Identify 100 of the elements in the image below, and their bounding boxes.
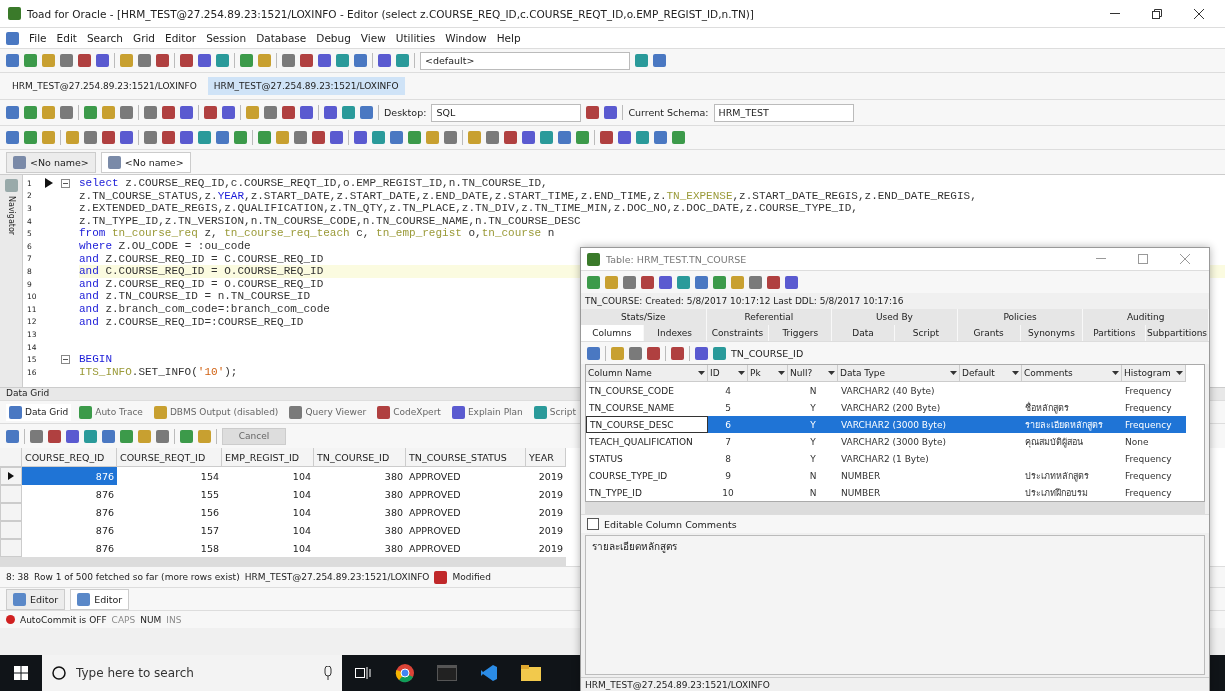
tool-icon[interactable] xyxy=(48,429,61,443)
tool-icon[interactable] xyxy=(216,131,229,144)
tool-icon[interactable] xyxy=(378,54,391,67)
microphone-icon[interactable] xyxy=(324,666,332,680)
navigator-icon[interactable] xyxy=(4,179,18,192)
tool-icon[interactable] xyxy=(604,106,618,119)
tool-icon[interactable] xyxy=(6,429,19,443)
tool-icon[interactable] xyxy=(6,106,19,119)
dropdown-icon[interactable] xyxy=(778,371,785,375)
tool-icon[interactable] xyxy=(138,54,151,67)
collapse-icon[interactable] xyxy=(61,355,70,365)
tool-icon[interactable] xyxy=(586,106,600,119)
tab[interactable]: Policies xyxy=(957,309,1084,325)
code-editor-icon[interactable] xyxy=(480,664,498,682)
tool-icon[interactable] xyxy=(444,131,457,144)
menu-item[interactable]: Help xyxy=(496,32,521,44)
tool-icon[interactable] xyxy=(300,54,313,67)
collapse-icon[interactable] xyxy=(61,178,70,188)
menu-item[interactable]: View xyxy=(360,32,386,44)
tool-icon[interactable] xyxy=(767,275,780,289)
tool-icon[interactable] xyxy=(180,429,193,443)
tool-icon[interactable] xyxy=(282,106,295,119)
menu-item[interactable]: Editor xyxy=(165,32,197,44)
tool-icon[interactable] xyxy=(486,131,499,144)
tool-icon[interactable] xyxy=(96,54,109,67)
terminal-icon[interactable] xyxy=(437,665,457,681)
tool-icon[interactable] xyxy=(354,54,367,67)
tool-icon[interactable] xyxy=(659,275,672,289)
schema-field[interactable]: HRM_TEST xyxy=(713,103,854,122)
dropdown-icon[interactable] xyxy=(1112,371,1119,375)
dropdown-icon[interactable] xyxy=(698,371,705,375)
column-header[interactable]: Null? xyxy=(788,365,838,382)
document-tab[interactable]: <No name> xyxy=(100,151,191,173)
tool-icon[interactable] xyxy=(84,131,97,144)
restore-icon[interactable] xyxy=(1152,8,1162,19)
cancel-button[interactable]: Cancel xyxy=(222,427,286,445)
tool-icon[interactable] xyxy=(198,54,211,67)
comment-field[interactable]: รายละเอียดหลักสูตร xyxy=(585,535,1205,675)
tab[interactable]: Constraints xyxy=(706,325,770,341)
dropdown-icon[interactable] xyxy=(950,371,957,375)
desktop-field[interactable]: SQL xyxy=(431,103,582,122)
result-tab[interactable]: Data Grid xyxy=(6,403,72,421)
tool-icon[interactable] xyxy=(785,275,798,289)
column-header[interactable]: EMP_REGIST_ID xyxy=(222,448,314,467)
task-view-icon[interactable] xyxy=(355,666,371,680)
menu-item[interactable]: Session xyxy=(206,32,247,44)
tool-icon[interactable] xyxy=(504,131,517,144)
column-header[interactable]: YEAR xyxy=(526,448,566,467)
result-tab[interactable]: Auto Trace xyxy=(76,403,146,421)
window-tab[interactable]: Editor xyxy=(6,588,66,610)
scrollbar[interactable] xyxy=(585,502,1205,514)
tool-icon[interactable] xyxy=(558,131,571,144)
tool-icon[interactable] xyxy=(390,131,403,144)
tool-icon[interactable] xyxy=(654,131,667,144)
tool-icon[interactable] xyxy=(641,275,654,289)
tool-icon[interactable] xyxy=(618,131,631,144)
column-header[interactable]: Data Type xyxy=(838,365,960,382)
tool-icon[interactable] xyxy=(605,275,618,289)
tool-icon[interactable] xyxy=(144,131,157,144)
tool-icon[interactable] xyxy=(360,106,373,119)
dropdown-icon[interactable] xyxy=(828,371,835,375)
tab[interactable]: Script xyxy=(895,325,958,341)
tool-icon[interactable] xyxy=(600,131,613,144)
tool-icon[interactable] xyxy=(587,346,600,360)
result-tab[interactable]: Query Viewer xyxy=(286,403,370,421)
tab[interactable]: Synonyms xyxy=(1020,325,1084,341)
menu-item[interactable]: Search xyxy=(86,32,123,44)
tool-icon[interactable] xyxy=(222,106,235,119)
tab[interactable]: Subpartitions xyxy=(1146,325,1209,341)
tool-icon[interactable] xyxy=(713,346,726,360)
tool-icon[interactable] xyxy=(30,429,43,443)
tool-icon[interactable] xyxy=(318,54,331,67)
checkbox[interactable] xyxy=(587,518,599,530)
tab[interactable]: Grants xyxy=(957,325,1021,341)
tool-icon[interactable] xyxy=(264,106,277,119)
tool-icon[interactable] xyxy=(60,54,73,67)
tool-icon[interactable] xyxy=(354,131,367,144)
tool-icon[interactable] xyxy=(653,54,666,67)
tool-icon[interactable] xyxy=(120,131,133,144)
dropdown-icon[interactable] xyxy=(738,371,745,375)
tool-icon[interactable] xyxy=(60,106,73,119)
tool-icon[interactable] xyxy=(324,106,337,119)
row-header[interactable] xyxy=(0,467,22,485)
document-tab[interactable]: <No name> xyxy=(6,151,96,173)
tab[interactable]: Auditing xyxy=(1083,309,1209,325)
tab[interactable]: Used By xyxy=(832,309,958,325)
tool-icon[interactable] xyxy=(120,106,133,119)
navigator-tab[interactable]: Navigator xyxy=(6,196,16,236)
tool-icon[interactable] xyxy=(162,131,175,144)
tool-icon[interactable] xyxy=(204,106,217,119)
column-header[interactable]: COURSE_REQT_ID xyxy=(117,448,222,467)
tool-icon[interactable] xyxy=(66,429,79,443)
column-header[interactable]: COURSE_REQ_ID xyxy=(22,448,117,467)
column-header[interactable]: TN_COURSE_STATUS xyxy=(406,448,526,467)
menu-item[interactable]: Grid xyxy=(133,32,156,44)
tool-icon[interactable] xyxy=(156,54,169,67)
column-header[interactable]: Column Name xyxy=(586,365,708,382)
search-box[interactable]: Type here to search xyxy=(42,655,342,691)
tool-icon[interactable] xyxy=(611,346,624,360)
search-field[interactable]: Type here to search xyxy=(74,665,316,681)
